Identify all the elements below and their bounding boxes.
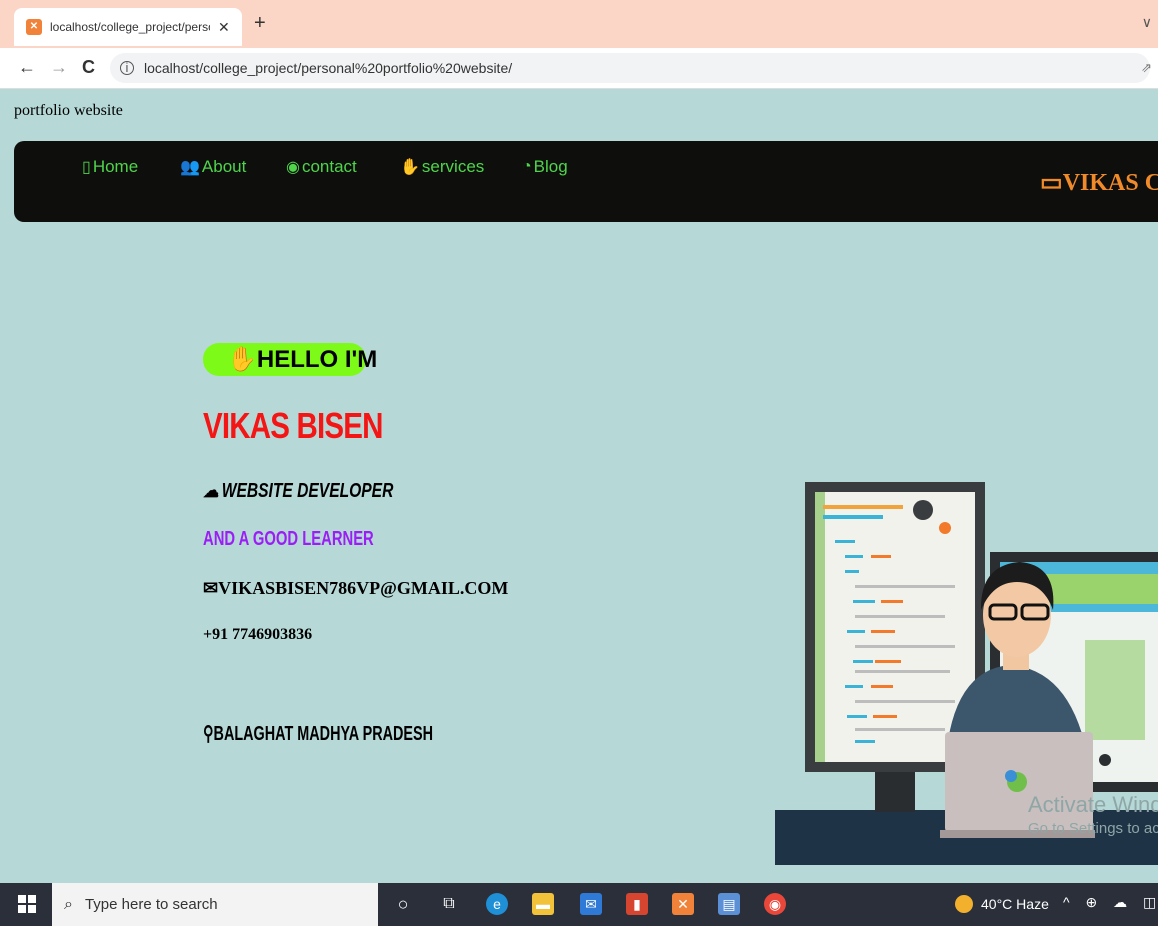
windows-start-icon[interactable]: [18, 895, 36, 913]
weather-widget[interactable]: 40°C Haze: [955, 895, 1049, 913]
share-icon[interactable]: ⇗: [1141, 60, 1152, 76]
browser-tab[interactable]: ✕ localhost/college_project/person ✕: [14, 8, 242, 46]
nav-blog[interactable]: ◔ Blog: [522, 157, 568, 177]
task-view-icon[interactable]: ⧉: [438, 893, 460, 915]
map-pin-icon: ⚲: [203, 723, 214, 745]
hello-label: HELLO I'M: [256, 346, 378, 373]
cortana-icon[interactable]: ○: [392, 893, 414, 915]
nav-contact[interactable]: ◉ contact: [286, 157, 357, 177]
users-icon: 👥: [180, 159, 200, 176]
email-text: VIKASBISEN786VP@GMAIL.COM: [218, 578, 509, 598]
search-placeholder: Type here to search: [84, 896, 218, 913]
activate-windows-subtitle: Go to Settings to act: [1028, 820, 1158, 837]
url-text: localhost/college_project/personal%20por…: [144, 60, 513, 76]
back-button[interactable]: ←: [18, 57, 36, 78]
profile-phone: +91 7746903836: [203, 626, 313, 643]
site-info-icon[interactable]: i: [120, 61, 134, 75]
brand-logo[interactable]: ▭VIKAS C: [1040, 168, 1158, 197]
handshake-icon: ✋: [400, 159, 420, 176]
nav-about[interactable]: 👥 About: [180, 157, 246, 177]
computer-icon: ▭: [1040, 170, 1063, 196]
weather-text: 40°C Haze: [981, 896, 1049, 912]
address-bar[interactable]: i localhost/college_project/personal%20p…: [110, 53, 1150, 83]
page-title: portfolio website: [14, 102, 123, 119]
nav-contact-label: contact: [301, 157, 357, 176]
xampp-icon[interactable]: ✕: [672, 893, 694, 915]
activate-windows-title: Activate Windo: [1028, 792, 1158, 817]
blog-icon: ◔: [522, 158, 532, 175]
close-tab-icon[interactable]: ✕: [218, 19, 230, 36]
profile-name: VIKAS BISEN: [203, 405, 383, 446]
home-icon: ▯: [82, 159, 91, 176]
profile-tagline: AND A GOOD LEARNER: [203, 528, 374, 550]
windows-taskbar: ⌕ Type here to search ○ ⧉ e ▬ ✉ ▮ ✕ ▤ ◉ …: [0, 883, 1158, 926]
nav-blog-label: Blog: [533, 157, 568, 176]
chrome-icon[interactable]: ◉: [764, 893, 786, 915]
edge-icon[interactable]: e: [486, 893, 508, 915]
contact-icon: ◉: [286, 159, 300, 176]
location-text: BALAGHAT MADHYA PRADESH: [213, 723, 434, 745]
weather-sun-icon: [955, 895, 973, 913]
nav-services-label: services: [421, 157, 485, 176]
office-icon[interactable]: ▮: [626, 893, 648, 915]
browser-tab-strip: ✕ localhost/college_project/person ✕ + ∨: [0, 0, 1158, 48]
notepad-icon[interactable]: ▤: [718, 893, 740, 915]
address-toolbar: ← → C i localhost/college_project/person…: [0, 48, 1158, 89]
reload-button[interactable]: C: [82, 57, 95, 78]
file-explorer-icon[interactable]: ▬: [532, 893, 554, 915]
hand-icon: ✋: [227, 346, 257, 373]
nav-home-label: Home: [92, 157, 139, 176]
brand-text: VIKAS C: [1062, 170, 1158, 196]
envelope-icon: ✉: [203, 578, 219, 598]
system-tray[interactable]: ^ ⊕ ☁ ◫: [1063, 894, 1158, 911]
mail-icon[interactable]: ✉: [580, 893, 602, 915]
nav-about-label: About: [201, 157, 247, 176]
navbar: ▯ Home 👥 About ◉ contact ✋ services ◔ Bl…: [14, 141, 1158, 222]
nav-services[interactable]: ✋ services: [400, 157, 484, 177]
tab-title: localhost/college_project/person: [50, 20, 210, 34]
xampp-favicon-icon: ✕: [26, 19, 42, 35]
forward-button[interactable]: →: [50, 57, 68, 78]
tab-search-button[interactable]: ∨: [1142, 14, 1152, 31]
new-tab-button[interactable]: +: [254, 12, 266, 35]
hello-badge: ✋HELLO I'M: [203, 343, 377, 376]
role-text: WEBSITE DEVELOPER: [221, 480, 394, 502]
profile-location: ⚲BALAGHAT MADHYA PRADESH: [203, 721, 433, 746]
cloud-icon: ☁: [203, 480, 219, 502]
nav-home[interactable]: ▯ Home: [82, 157, 138, 177]
hello-text: ✋HELLO I'M: [227, 345, 377, 374]
profile-email[interactable]: ✉VIKASBISEN786VP@GMAIL.COM: [203, 578, 508, 599]
taskbar-search[interactable]: ⌕ Type here to search: [52, 883, 378, 926]
profile-role: ☁ WEBSITE DEVELOPER: [203, 478, 393, 503]
search-icon: ⌕: [64, 895, 73, 913]
